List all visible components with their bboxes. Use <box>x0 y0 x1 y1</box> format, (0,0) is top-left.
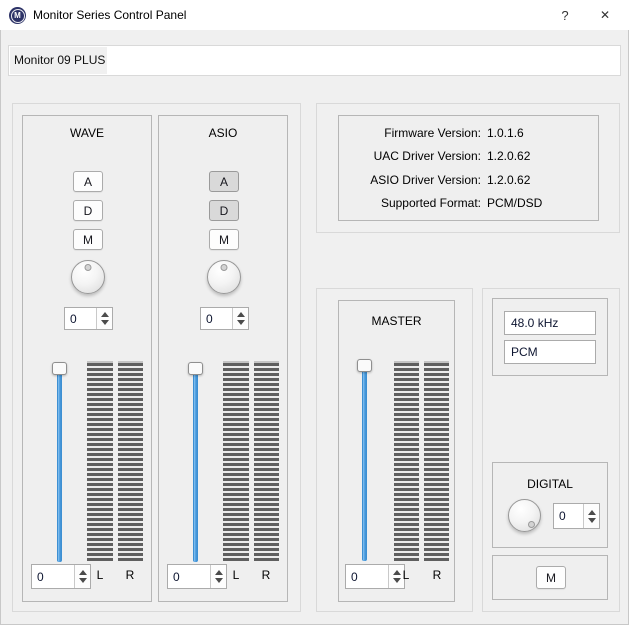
wave-knob-spinbox-value[interactable]: 0 <box>65 308 96 329</box>
asio-fader-spinbox-value[interactable]: 0 <box>168 565 210 588</box>
master-strip: MASTER 0 L R <box>338 300 455 602</box>
close-button[interactable]: ✕ <box>588 0 622 30</box>
asio-strip-label: ASIO <box>159 126 287 140</box>
info-row-uac-driver: UAC Driver Version: 1.2.0.62 <box>339 148 598 164</box>
device-list-item[interactable]: Monitor 09 PLUS <box>10 47 107 74</box>
wave-right-channel-label: R <box>119 568 141 582</box>
asio-button-m[interactable]: M <box>209 229 239 250</box>
master-fader-handle[interactable] <box>357 359 372 372</box>
wave-knob-spinbox[interactable]: 0 <box>64 307 113 330</box>
info-panel: Firmware Version: 1.0.1.6 UAC Driver Ver… <box>338 115 599 221</box>
info-row-firmware: Firmware Version: 1.0.1.6 <box>339 125 598 141</box>
asio-knob-spinbox[interactable]: 0 <box>200 307 249 330</box>
sample-rate-field[interactable]: 48.0 kHz <box>504 311 596 335</box>
wave-fader-spinbox-arrows[interactable] <box>74 565 90 588</box>
info-label: Firmware Version: <box>339 125 481 141</box>
spin-up-icon[interactable] <box>237 312 245 317</box>
spin-up-icon[interactable] <box>79 570 87 575</box>
wave-button-m[interactable]: M <box>73 229 103 250</box>
help-button[interactable]: ? <box>548 0 582 30</box>
asio-strip: ASIO A D M 0 0 L R <box>158 115 288 602</box>
info-value: 1.2.0.62 <box>487 148 530 164</box>
device-list[interactable]: Monitor 09 PLUS <box>8 45 621 76</box>
asio-fader-track[interactable] <box>193 368 198 562</box>
asio-knob[interactable] <box>207 260 241 294</box>
wave-knob-spinbox-arrows[interactable] <box>96 308 112 329</box>
info-label: UAC Driver Version: <box>339 148 481 164</box>
digital-spinbox[interactable]: 0 <box>553 503 600 529</box>
master-left-channel-label: L <box>395 568 417 582</box>
wave-fader-spinbox[interactable]: 0 <box>31 564 91 589</box>
asio-button-a[interactable]: A <box>209 171 239 192</box>
master-vu-meter-left <box>394 361 419 561</box>
wave-vu-meter-right <box>118 361 143 561</box>
spin-up-icon[interactable] <box>588 510 596 515</box>
info-value: PCM/DSD <box>487 195 542 211</box>
info-value: 1.0.1.6 <box>487 125 524 141</box>
digital-knob-indicator <box>528 521 535 528</box>
master-fader-spinbox-value[interactable]: 0 <box>346 565 388 588</box>
app-icon-letter: M <box>14 11 21 20</box>
digital-knob[interactable] <box>508 499 541 532</box>
wave-strip: WAVE A D M 0 0 L R <box>22 115 152 602</box>
info-value: 1.2.0.62 <box>487 172 530 188</box>
info-row-format: Supported Format: PCM/DSD <box>339 195 598 211</box>
asio-fader-spinbox[interactable]: 0 <box>167 564 227 589</box>
window-title: Monitor Series Control Panel <box>33 0 186 30</box>
wave-knob[interactable] <box>71 260 105 294</box>
mute-panel: M <box>492 555 608 600</box>
master-vu-meter-right <box>424 361 449 561</box>
spin-up-icon[interactable] <box>215 570 223 575</box>
spin-up-icon[interactable] <box>101 312 109 317</box>
info-label: ASIO Driver Version: <box>339 172 481 188</box>
sample-rate-panel: 48.0 kHz PCM <box>492 298 608 376</box>
spin-down-icon[interactable] <box>101 320 109 325</box>
digital-panel: DIGITAL 0 <box>492 462 608 548</box>
spin-down-icon[interactable] <box>79 578 87 583</box>
app-window: M Monitor Series Control Panel ? ✕ Monit… <box>0 0 629 625</box>
asio-vu-meter-left <box>223 361 249 561</box>
asio-button-d[interactable]: D <box>209 200 239 221</box>
info-row-asio-driver: ASIO Driver Version: 1.2.0.62 <box>339 172 598 188</box>
spin-down-icon[interactable] <box>237 320 245 325</box>
asio-knob-spinbox-value[interactable]: 0 <box>201 308 232 329</box>
wave-vu-meter-left <box>87 361 113 561</box>
format-field[interactable]: PCM <box>504 340 596 364</box>
wave-fader-track[interactable] <box>57 368 62 562</box>
master-right-channel-label: R <box>426 568 448 582</box>
wave-knob-indicator <box>85 264 92 271</box>
spin-down-icon[interactable] <box>588 518 596 523</box>
app-icon: M <box>9 7 26 24</box>
asio-left-channel-label: L <box>225 568 247 582</box>
digital-label: DIGITAL <box>493 477 607 491</box>
digital-spinbox-value[interactable]: 0 <box>554 504 583 528</box>
asio-knob-spinbox-arrows[interactable] <box>232 308 248 329</box>
asio-vu-meter-right <box>254 361 279 561</box>
master-fader-track[interactable] <box>362 367 367 561</box>
wave-fader-spinbox-value[interactable]: 0 <box>32 565 74 588</box>
master-strip-label: MASTER <box>339 314 454 328</box>
mute-button[interactable]: M <box>536 566 566 589</box>
digital-spinbox-arrows[interactable] <box>583 504 599 528</box>
wave-button-a[interactable]: A <box>73 171 103 192</box>
asio-fader-spinbox-arrows[interactable] <box>210 565 226 588</box>
asio-knob-indicator <box>221 264 228 271</box>
spin-down-icon[interactable] <box>215 578 223 583</box>
wave-fader-handle[interactable] <box>52 362 67 375</box>
asio-right-channel-label: R <box>255 568 277 582</box>
wave-strip-label: WAVE <box>23 126 151 140</box>
wave-left-channel-label: L <box>89 568 111 582</box>
wave-button-d[interactable]: D <box>73 200 103 221</box>
asio-fader-handle[interactable] <box>188 362 203 375</box>
info-label: Supported Format: <box>339 195 481 211</box>
